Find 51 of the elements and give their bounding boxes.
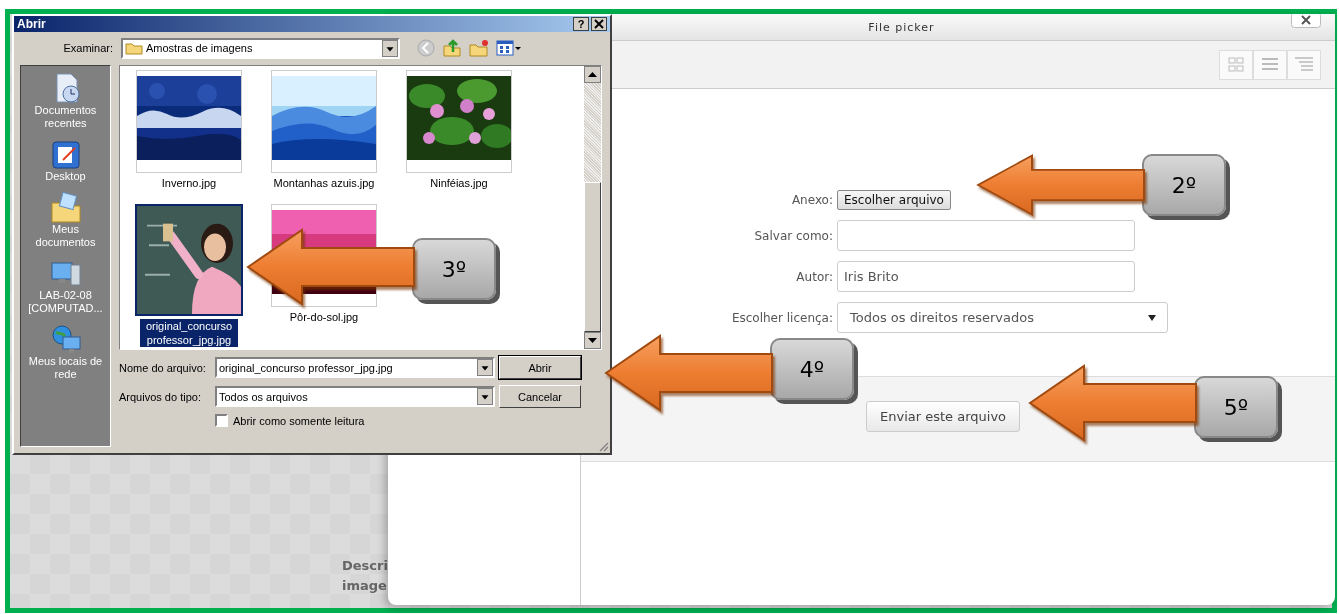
dropdown-arrow-icon xyxy=(477,359,493,376)
file-name[interactable]: original_concurso professor_jpg.jpg xyxy=(140,319,238,347)
choose-file-button[interactable]: Escolher arquivo xyxy=(837,190,951,210)
close-icon[interactable] xyxy=(1291,14,1321,28)
place-label[interactable]: LAB-02-08 [COMPUTAD... xyxy=(25,289,106,315)
place-label[interactable]: Meus documentos xyxy=(25,223,106,249)
file-name[interactable]: Inverno.jpg xyxy=(160,176,218,190)
up-folder-icon[interactable] xyxy=(442,38,462,58)
window-title: File picker xyxy=(867,20,935,34)
page-text: Descri xyxy=(342,558,388,573)
field-label: Anexo: xyxy=(791,193,834,207)
field-label: Escolher licença: xyxy=(731,310,834,325)
field-label: Salvar como: xyxy=(754,228,834,243)
scroll-up-icon[interactable] xyxy=(584,66,601,83)
field-label: Examinar: xyxy=(62,42,113,54)
field-label: Autor: xyxy=(796,269,834,284)
place-label[interactable]: Desktop xyxy=(25,170,106,183)
help-button[interactable]: ? xyxy=(573,17,589,31)
dropdown-arrow-icon xyxy=(382,39,398,57)
page-text: image xyxy=(342,578,388,593)
scroll-down-icon[interactable] xyxy=(584,332,601,349)
resize-grip-icon[interactable] xyxy=(597,440,609,452)
dropdown-arrow-icon xyxy=(1147,312,1157,323)
file-name[interactable]: Ninféias.jpg xyxy=(429,176,489,190)
new-folder-icon[interactable] xyxy=(468,38,490,58)
upload-button[interactable]: Enviar este arquivo xyxy=(866,401,1021,432)
file-type-dropdown[interactable]: Todos os arquivos xyxy=(215,386,495,407)
window-title: Abrir xyxy=(17,17,47,31)
input-field[interactable]: Iris Brito xyxy=(837,261,1135,292)
back-icon[interactable] xyxy=(416,38,436,58)
documents-place-icon[interactable] xyxy=(48,191,83,223)
file-name-field[interactable]: original_concurso professor_jpg.jpg xyxy=(215,357,495,378)
folder-dropdown[interactable]: Amostras de imagens xyxy=(121,37,400,59)
field-label: Nome do arquivo: xyxy=(119,361,207,374)
checkbox[interactable] xyxy=(215,414,228,427)
folder-icon xyxy=(125,41,143,55)
checkbox-label[interactable]: Abrir como somente leitura xyxy=(233,414,365,427)
file-name[interactable]: Montanhas azuis.jpg xyxy=(272,176,376,190)
close-icon[interactable] xyxy=(591,17,607,31)
input-field[interactable] xyxy=(837,220,1135,251)
dropdown-arrow-icon xyxy=(477,388,493,405)
scrollbar-thumb[interactable] xyxy=(584,182,601,332)
list-view-icon[interactable] xyxy=(1253,49,1287,80)
license-dropdown[interactable]: Todos os direitos reservados xyxy=(837,302,1168,333)
cancel-button[interactable]: Cancelar xyxy=(499,385,581,408)
place-label[interactable]: Meus locais de rede xyxy=(25,355,106,381)
place-label[interactable]: Documentos recentes xyxy=(25,104,106,130)
open-button[interactable]: Abrir xyxy=(499,356,581,379)
file-name[interactable]: Pôr-do-sol.jpg xyxy=(288,310,360,324)
views-menu-icon[interactable] xyxy=(496,38,522,58)
field-label: Arquivos do tipo: xyxy=(119,390,202,403)
